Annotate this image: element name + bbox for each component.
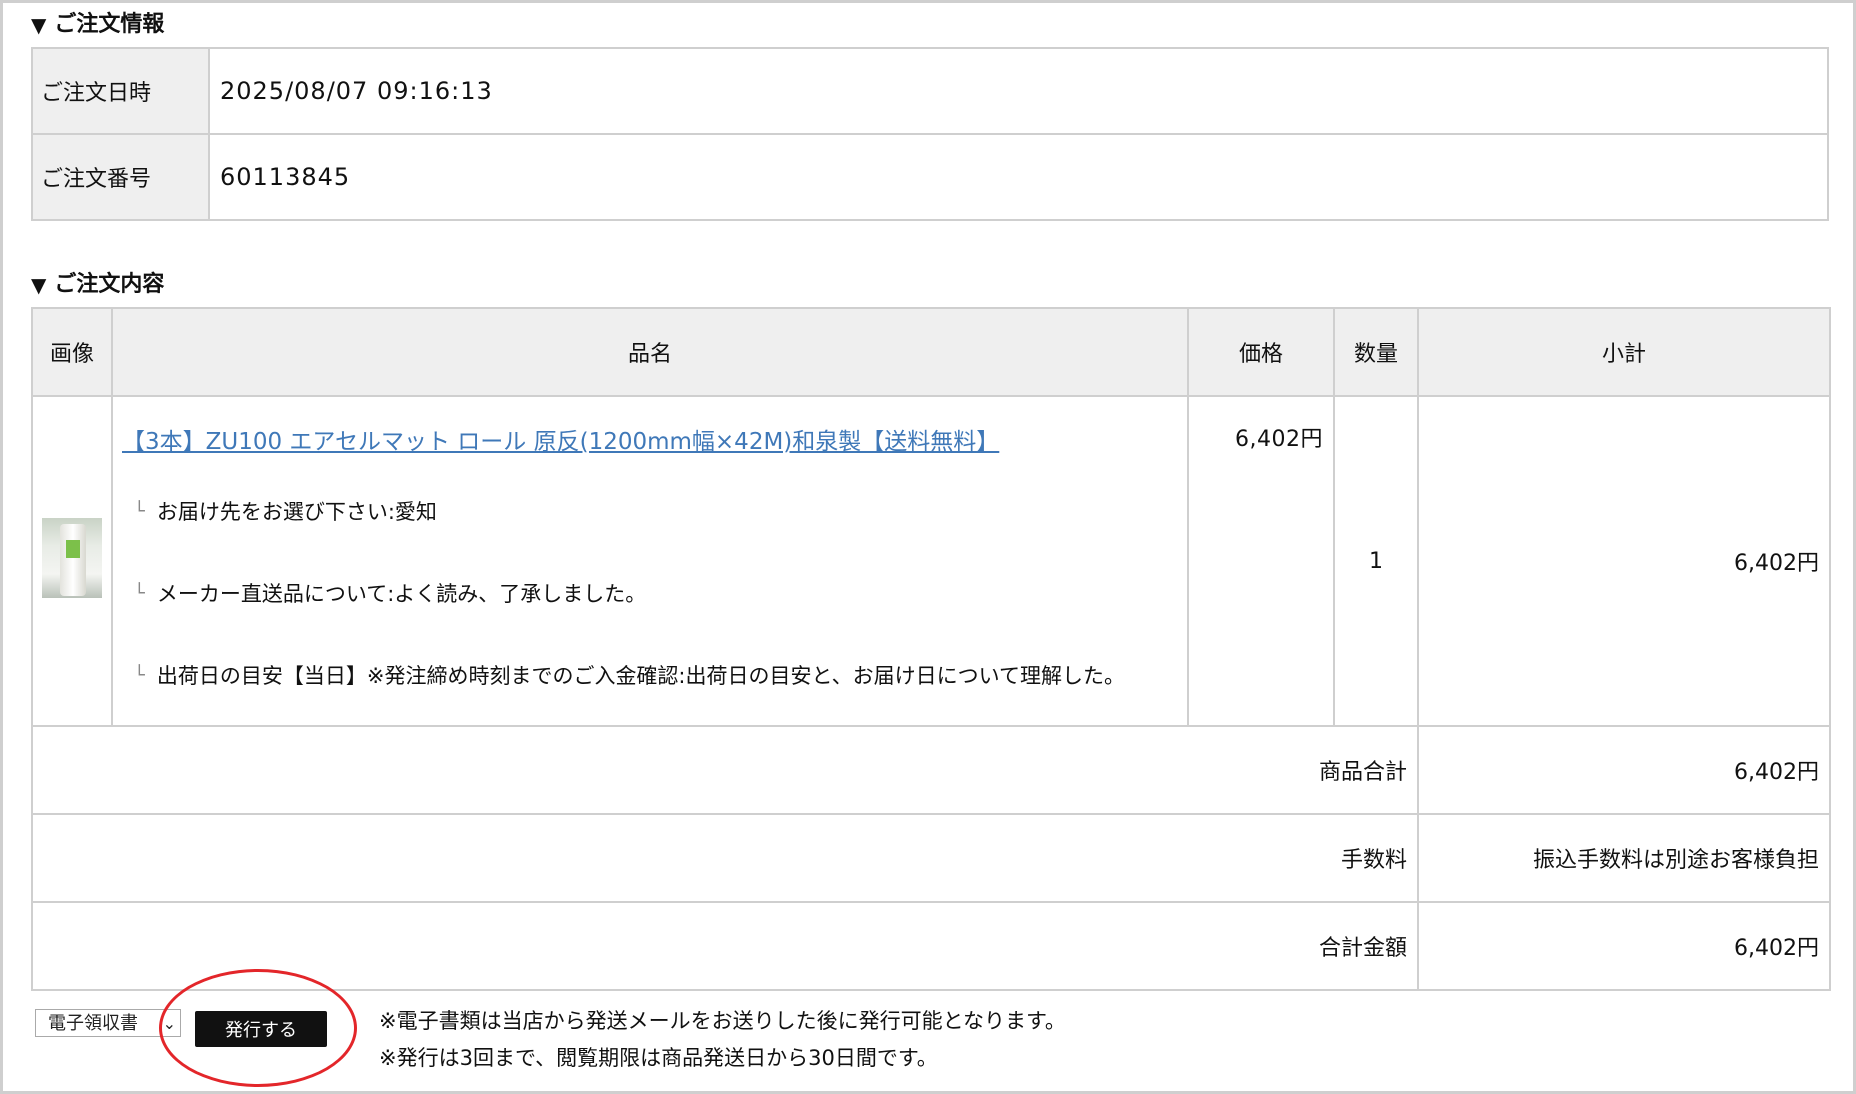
order-header-row: 画像 品名 価格 数量 小計	[31, 307, 1831, 397]
order-number-value: 60113845	[208, 133, 1829, 221]
order-info-table: ご注文日時 2025/08/07 09:16:13 ご注文番号 60113845	[31, 47, 1829, 221]
triangle-down-icon: ▼	[31, 13, 47, 37]
highlight-circle	[159, 969, 357, 1087]
summary-row-items-total: 商品合計 6,402円	[31, 725, 1831, 815]
order-date-value: 2025/08/07 09:16:13	[208, 47, 1829, 135]
list-item: └ お届け先をお選び下さい:愛知	[134, 500, 437, 524]
product-thumbnail[interactable]	[42, 518, 102, 598]
header-name: 品名	[111, 307, 1189, 397]
summary-label: 手数料	[31, 813, 1419, 903]
order-contents-title: ▼ ご注文内容	[31, 263, 1829, 307]
corner-icon: └	[134, 664, 145, 686]
summary-value: 6,402円	[1417, 901, 1831, 991]
product-price: 6,402円	[1187, 395, 1335, 727]
header-image: 画像	[31, 307, 113, 397]
order-info-title: ▼ ご注文情報	[31, 3, 1829, 47]
list-item: └ 出荷日の目安【当日】※発注締め時刻までのご入金確認:出荷日の目安と、お届け日…	[134, 664, 1126, 688]
summary-label: 商品合計	[31, 725, 1419, 815]
summary-value: 振込手数料は別途お客様負担	[1417, 813, 1831, 903]
header-price: 価格	[1187, 307, 1335, 397]
product-link[interactable]: 【3本】ZU100 エアセルマット ロール 原反(1200mm幅×42M)和泉製…	[114, 398, 1186, 456]
summary-value: 6,402円	[1417, 725, 1831, 815]
product-qty: 1	[1333, 395, 1419, 727]
note-line: ※発行は3回まで、閲覧期限は商品発送日から30日間です。	[379, 1046, 938, 1070]
order-date-label: ご注文日時	[31, 47, 210, 135]
product-image-cell	[31, 395, 113, 727]
corner-icon: └	[134, 582, 145, 604]
receipt-notes: ※電子書類は当店から発送メールをお送りした後に発行可能となります。 ※発行は3回…	[379, 1003, 1066, 1077]
table-row: 【3本】ZU100 エアセルマット ロール 原反(1200mm幅×42M)和泉製…	[31, 395, 1831, 727]
summary-row-fee: 手数料 振込手数料は別途お客様負担	[31, 813, 1831, 903]
product-name-cell: 【3本】ZU100 エアセルマット ロール 原反(1200mm幅×42M)和泉製…	[111, 395, 1189, 727]
corner-icon: └	[134, 500, 145, 522]
order-number-label: ご注文番号	[31, 133, 210, 221]
order-number-row: ご注文番号 60113845	[31, 133, 1829, 221]
receipt-area: 電子領収書 ⌄ 発行する ※電子書類は当店から発送メールをお送りした後に発行可能…	[31, 969, 1829, 1087]
order-date-row: ご注文日時 2025/08/07 09:16:13	[31, 47, 1829, 135]
list-item: └ メーカー直送品について:よく読み、了承しました。	[134, 582, 647, 606]
product-subtotal: 6,402円	[1417, 395, 1831, 727]
note-line: ※電子書類は当店から発送メールをお送りした後に発行可能となります。	[379, 1009, 1066, 1033]
triangle-down-icon: ▼	[31, 273, 47, 297]
header-subtotal: 小計	[1417, 307, 1831, 397]
header-qty: 数量	[1333, 307, 1419, 397]
order-contents-table: 画像 品名 価格 数量 小計 【3本】ZU100 エアセルマット ロール 原反(…	[31, 307, 1831, 991]
